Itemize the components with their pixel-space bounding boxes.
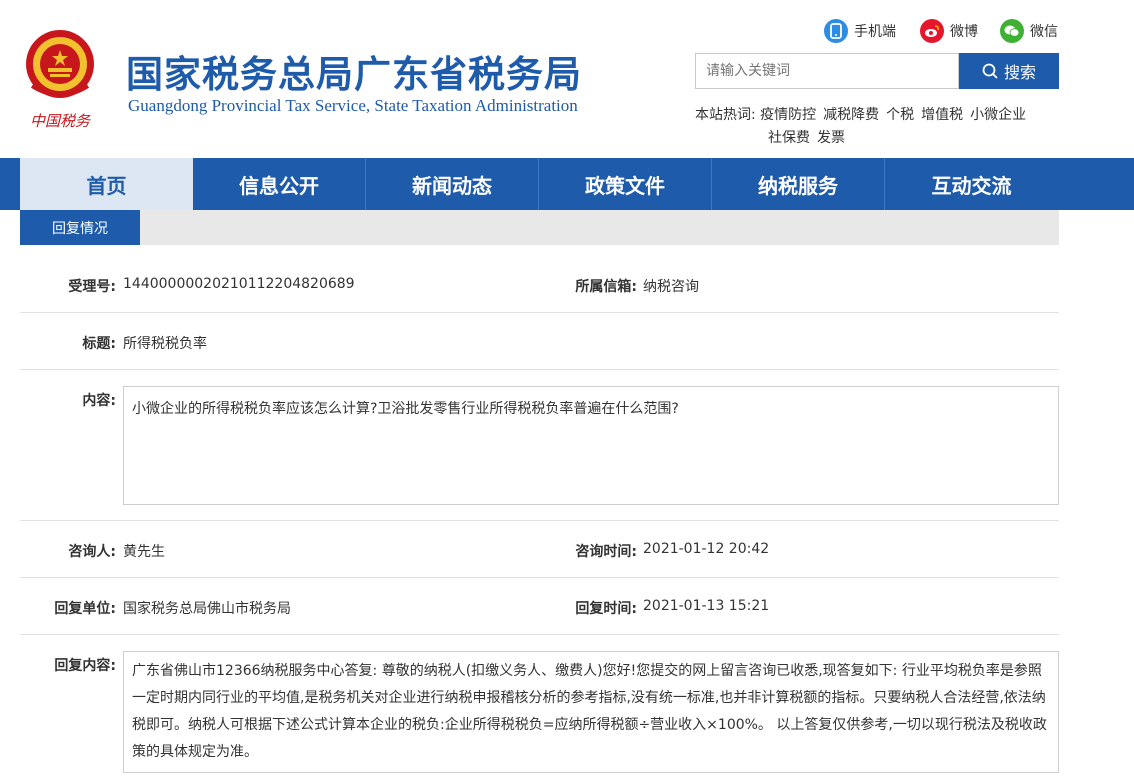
reply-time-label: 回复时间: (520, 598, 637, 618)
nav-home[interactable]: 首页 (20, 158, 193, 210)
wechat-label: 微信 (1030, 21, 1058, 41)
hot-keyword[interactable]: 疫情防控 (760, 107, 816, 123)
content-row: 内容: 小微企业的所得税税负率应该怎么计算?卫浴批发零售行业所得税税负率普遍在什… (20, 370, 1059, 521)
weibo-label: 微博 (950, 21, 978, 41)
mobile-icon (824, 19, 848, 43)
reply-time-value: 2021-01-13 15:21 (643, 598, 769, 614)
nav-info-disclosure[interactable]: 信息公开 (193, 158, 366, 210)
reply-unit-value: 国家税务总局佛山市税务局 (123, 598, 291, 618)
wechat-link[interactable]: 微信 (1000, 18, 1058, 44)
site-subtitle: Guangdong Provincial Tax Service, State … (128, 96, 578, 116)
hot-keywords: 本站热词: 疫情防控减税降费个税增值税小微企业 社保费发票 (695, 104, 1057, 150)
tax-emblem-logo[interactable]: 中国税务 (22, 24, 98, 134)
mobile-link[interactable]: 手机端 (824, 18, 896, 44)
reply-content-row: 回复内容: 广东省佛山市12366纳税服务中心答复: 尊敬的纳税人(扣缴义务人、… (20, 635, 1059, 779)
reply-content-box: 广东省佛山市12366纳税服务中心答复: 尊敬的纳税人(扣缴义务人、缴费人)您好… (123, 651, 1059, 773)
search-icon (982, 63, 998, 79)
hot-keyword[interactable]: 发票 (817, 130, 845, 146)
reply-unit-label: 回复单位: (20, 598, 116, 618)
weibo-link[interactable]: 微博 (920, 18, 978, 44)
ask-time-label: 咨询时间: (520, 541, 637, 561)
content-label: 内容: (20, 390, 116, 410)
accept-row: 受理号: 14400000020210112204820689 所属信箱: 纳税… (20, 256, 1059, 313)
mobile-label: 手机端 (854, 21, 896, 41)
wechat-icon (1000, 19, 1024, 43)
site-header: 中国税务 国家税务总局广东省税务局 Guangdong Provincial T… (0, 0, 1134, 158)
hot-keywords-label: 本站热词: (695, 107, 756, 123)
svg-text:中国税务: 中国税务 (30, 112, 92, 130)
emblem-icon: 中国税务 (22, 24, 98, 134)
hot-keyword[interactable]: 小微企业 (970, 107, 1026, 123)
weibo-icon (920, 19, 944, 43)
title-value: 所得税税负率 (123, 333, 207, 353)
nav-tax-service[interactable]: 纳税服务 (712, 158, 885, 210)
nav-interaction[interactable]: 互动交流 (885, 158, 1058, 210)
tab-reply-status[interactable]: 回复情况 (20, 210, 140, 245)
main-nav: 首页 信息公开 新闻动态 政策文件 纳税服务 互动交流 (0, 158, 1134, 210)
title-label: 标题: (20, 333, 116, 353)
search-button[interactable]: 搜索 (959, 53, 1059, 89)
mailbox-value: 纳税咨询 (643, 276, 699, 296)
ask-time-value: 2021-01-12 20:42 (643, 541, 769, 557)
hot-keyword[interactable]: 减税降费 (823, 107, 879, 123)
asker-value: 黄先生 (123, 541, 165, 561)
accept-no-label: 受理号: (20, 276, 116, 296)
content-box: 小微企业的所得税税负率应该怎么计算?卫浴批发零售行业所得税税负率普遍在什么范围? (123, 386, 1059, 505)
reply-content-label: 回复内容: (20, 655, 116, 675)
search-input[interactable] (695, 53, 959, 89)
nav-policy[interactable]: 政策文件 (539, 158, 712, 210)
nav-news[interactable]: 新闻动态 (366, 158, 539, 210)
reply-unit-row: 回复单位: 国家税务总局佛山市税务局 回复时间: 2021-01-13 15:2… (20, 578, 1059, 635)
site-title: 国家税务总局广东省税务局 (126, 44, 582, 98)
asker-row: 咨询人: 黄先生 咨询时间: 2021-01-12 20:42 (20, 521, 1059, 578)
mailbox-label: 所属信箱: (520, 276, 637, 296)
hot-keyword[interactable]: 增值税 (921, 107, 963, 123)
asker-label: 咨询人: (20, 541, 116, 561)
hot-keyword[interactable]: 社保费 (768, 130, 810, 146)
sub-tab-bar: 回复情况 (20, 210, 1059, 245)
hot-keyword[interactable]: 个税 (886, 107, 914, 123)
accept-no-value: 14400000020210112204820689 (123, 276, 355, 292)
search-button-label: 搜索 (1004, 59, 1036, 83)
title-row: 标题: 所得税税负率 (20, 313, 1059, 370)
